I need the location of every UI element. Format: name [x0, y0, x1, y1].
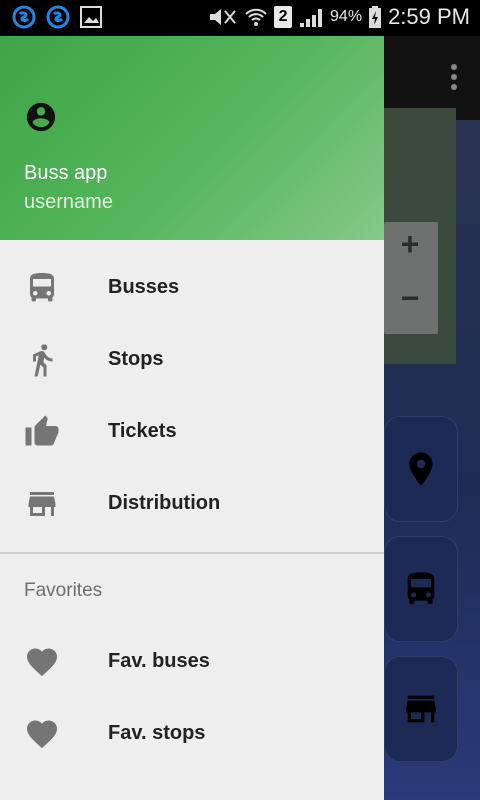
battery-percent: 94% [330, 8, 363, 25]
location-button[interactable] [384, 416, 458, 522]
menu-label: Tickets [108, 420, 177, 442]
menu-item-stops[interactable]: Stops [0, 324, 384, 396]
skype-icon [46, 5, 70, 29]
skype-icon [12, 5, 36, 29]
menu-label: Fav. stops [108, 722, 206, 744]
heart-icon [26, 720, 58, 749]
ticket-icon [25, 415, 59, 446]
heart-icon [26, 648, 58, 677]
menu-item-fav-stops[interactable]: Fav. stops [0, 698, 384, 770]
app-name: Buss app [24, 162, 108, 184]
signal-icon [300, 9, 323, 27]
favorites-section-title: Favorites [24, 580, 103, 601]
zoom-controls: + − [384, 222, 438, 334]
walk-icon [33, 344, 53, 377]
drawer-header: Buss app username [0, 36, 384, 240]
menu-item-busses[interactable]: Busses [0, 252, 384, 324]
username: username [24, 191, 113, 213]
status-bar: 2 94% 2:59 PM [0, 0, 480, 36]
menu-item-tickets[interactable]: Tickets [0, 396, 384, 468]
bus-icon [407, 572, 435, 604]
menu-label: Busses [108, 276, 180, 298]
sim-indicator: 2 [274, 6, 293, 28]
store-button[interactable] [384, 656, 458, 762]
zoom-out-icon[interactable]: − [390, 280, 430, 317]
bus-icon [30, 273, 54, 302]
clock: 2:59 PM [388, 4, 470, 29]
notification-icons [12, 5, 102, 29]
navigation-drawer: Buss app username Busses Stops Tickets D… [0, 36, 384, 800]
mute-icon [210, 9, 236, 25]
zoom-in-icon[interactable]: + [390, 226, 430, 263]
battery-charging-icon [369, 6, 382, 28]
menu-item-distribution[interactable]: Distribution [0, 468, 384, 540]
menu-label: Fav. buses [108, 650, 210, 672]
store-icon [28, 492, 56, 516]
menu-label: Distribution [108, 492, 221, 514]
account-circle-icon[interactable] [24, 100, 58, 134]
image-icon [80, 6, 102, 28]
location-pin-icon [409, 452, 433, 486]
divider [0, 552, 384, 554]
menu-item-fav-buses[interactable]: Fav. buses [0, 626, 384, 698]
bus-button[interactable] [384, 536, 458, 642]
store-icon [406, 695, 436, 723]
overflow-menu-icon[interactable] [450, 64, 458, 92]
menu-label: Stops [108, 348, 164, 370]
system-icons: 2 94% 2:59 PM [208, 4, 470, 30]
wifi-icon [245, 8, 267, 26]
